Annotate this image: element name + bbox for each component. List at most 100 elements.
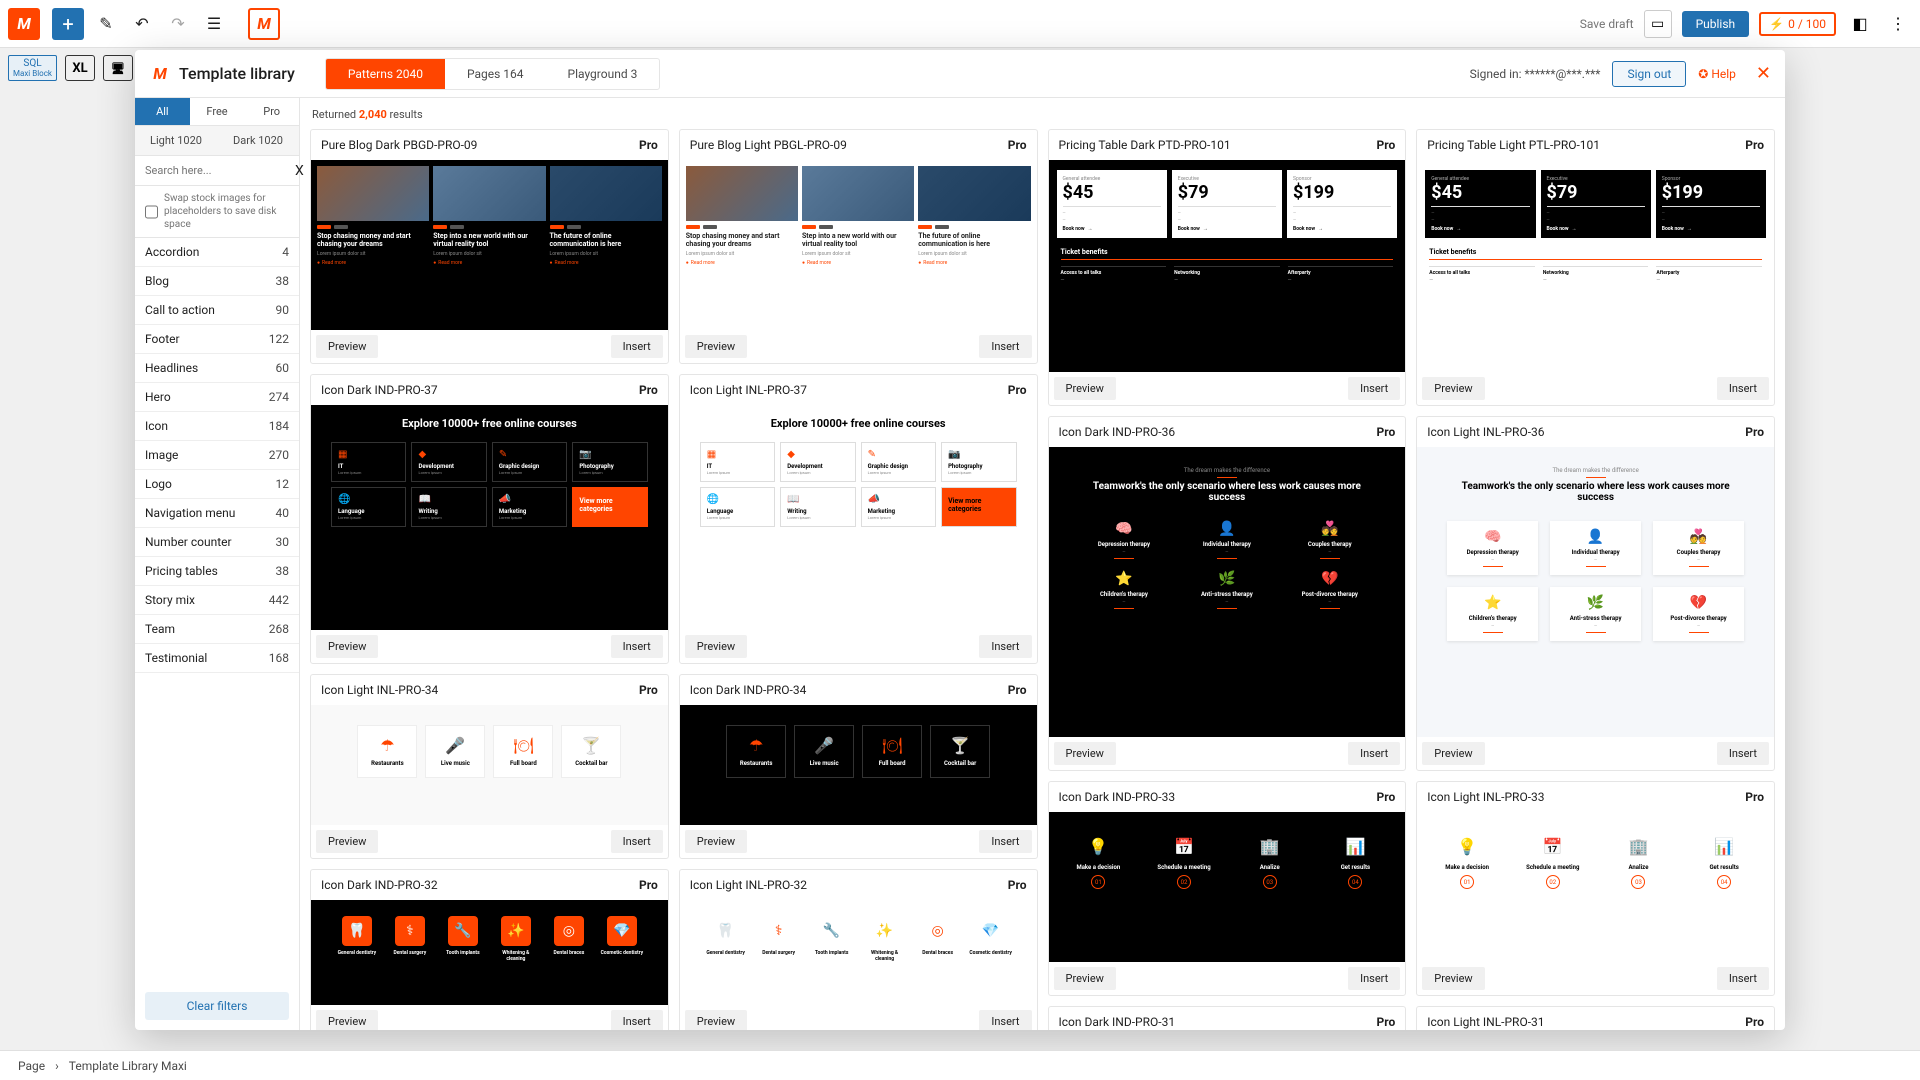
- category-item[interactable]: Pricing tables38: [135, 557, 299, 586]
- block-type-badge[interactable]: SQLMaxi Block: [8, 55, 57, 81]
- tab-playground[interactable]: Playground 3: [546, 59, 660, 89]
- category-item[interactable]: Accordion4: [135, 238, 299, 267]
- results-area[interactable]: Returned 2,040 results Pure Blog Dark PB…: [300, 98, 1785, 1030]
- breadcrumb-item[interactable]: Page: [18, 1059, 45, 1073]
- preview-button[interactable]: Preview: [1422, 742, 1484, 765]
- details-icon[interactable]: ☰: [200, 10, 228, 38]
- preview-button[interactable]: Preview: [1054, 377, 1116, 400]
- insert-button[interactable]: Insert: [979, 1010, 1031, 1030]
- preview-button[interactable]: Preview: [685, 1010, 747, 1030]
- usage-badge[interactable]: ⚡ 0 / 100: [1759, 12, 1836, 36]
- category-item[interactable]: Team268: [135, 615, 299, 644]
- theme-tab-light[interactable]: Light 1020: [135, 126, 217, 155]
- preview-button[interactable]: Preview: [685, 335, 747, 358]
- category-item[interactable]: Navigation menu40: [135, 499, 299, 528]
- card-thumbnail[interactable]: Explore 10000+ free online courses ▦ITLo…: [311, 405, 668, 630]
- swap-images-checkbox[interactable]: [145, 193, 158, 231]
- category-item[interactable]: Testimonial168: [135, 644, 299, 673]
- category-item[interactable]: Icon184: [135, 412, 299, 441]
- insert-button[interactable]: Insert: [979, 635, 1031, 658]
- tab-patterns[interactable]: Patterns 2040: [326, 59, 445, 89]
- insert-button[interactable]: Insert: [979, 830, 1031, 853]
- card-thumbnail[interactable]: Stop chasing money and start chasing you…: [680, 160, 1037, 330]
- insert-button[interactable]: Insert: [1348, 967, 1400, 990]
- insert-button[interactable]: Insert: [1717, 742, 1769, 765]
- publish-button[interactable]: Publish: [1682, 11, 1750, 37]
- edit-icon[interactable]: ✎: [92, 10, 120, 38]
- clear-filters-button[interactable]: Clear filters: [145, 992, 289, 1020]
- tab-pages[interactable]: Pages 164: [445, 59, 546, 89]
- redo-icon[interactable]: ↷: [164, 10, 192, 38]
- preview-button[interactable]: Preview: [1054, 967, 1116, 990]
- card-thumbnail[interactable]: Stop chasing money and start chasing you…: [311, 160, 668, 330]
- insert-button[interactable]: Insert: [611, 335, 663, 358]
- swap-images-option[interactable]: Swap stock images for placeholders to sa…: [135, 186, 299, 238]
- card-title: Icon Dark IND-PRO-34: [690, 683, 807, 697]
- theme-tab-dark[interactable]: Dark 1020: [217, 126, 299, 155]
- card-thumbnail[interactable]: ☂Restaurants 🎤Live music 🍽Full board 🍸Co…: [311, 705, 668, 825]
- insert-button[interactable]: Insert: [611, 635, 663, 658]
- card-thumbnail[interactable]: 🦷General dentistry ⚕Dental surgery 🔧Toot…: [311, 900, 668, 1005]
- category-item[interactable]: Number counter30: [135, 528, 299, 557]
- undo-icon[interactable]: ↶: [128, 10, 156, 38]
- maxi-logo-icon[interactable]: M: [8, 8, 40, 40]
- sign-out-button[interactable]: Sign out: [1612, 61, 1686, 87]
- pro-badge: Pro: [1008, 383, 1027, 397]
- preview-button[interactable]: Preview: [1422, 967, 1484, 990]
- insert-button[interactable]: Insert: [611, 1010, 663, 1030]
- breakpoint-desktop-button[interactable]: 🖥: [103, 55, 133, 81]
- preview-button[interactable]: Preview: [1054, 742, 1116, 765]
- category-item[interactable]: Footer122: [135, 325, 299, 354]
- search-input[interactable]: [135, 156, 295, 185]
- category-item[interactable]: Call to action90: [135, 296, 299, 325]
- card-thumbnail[interactable]: Explore 10000+ free online courses ▦ITLo…: [680, 405, 1037, 630]
- more-options-icon[interactable]: ⋮: [1884, 10, 1912, 38]
- card-thumbnail[interactable]: 💡Make a decision01 📅Schedule a meeting02…: [1417, 812, 1774, 962]
- insert-button[interactable]: Insert: [611, 830, 663, 853]
- preview-button[interactable]: Preview: [1422, 377, 1484, 400]
- preview-button[interactable]: Preview: [685, 635, 747, 658]
- card-thumbnail[interactable]: The dream makes the differenceTeamwork's…: [1049, 447, 1406, 737]
- add-block-button[interactable]: +: [52, 8, 84, 40]
- settings-panel-toggle[interactable]: ◧: [1846, 10, 1874, 38]
- preview-button[interactable]: Preview: [316, 635, 378, 658]
- card-thumbnail[interactable]: ☂Restaurants 🎤Live music 🍽Full board 🍸Co…: [680, 705, 1037, 825]
- maxi-templates-button[interactable]: M: [248, 8, 280, 40]
- category-item[interactable]: Story mix442: [135, 586, 299, 615]
- pro-badge: Pro: [1008, 138, 1027, 152]
- help-link[interactable]: ✪ Help: [1698, 67, 1736, 81]
- cost-tab-all[interactable]: All: [135, 98, 190, 125]
- card-thumbnail[interactable]: 💡Make a decision01 📅Schedule a meeting02…: [1049, 812, 1406, 962]
- breadcrumb-item[interactable]: Template Library Maxi: [69, 1059, 187, 1073]
- breakpoint-xl-button[interactable]: XL: [65, 55, 95, 81]
- pro-badge: Pro: [639, 878, 658, 892]
- insert-button[interactable]: Insert: [1348, 377, 1400, 400]
- insert-button[interactable]: Insert: [1348, 742, 1400, 765]
- card-thumbnail[interactable]: The dream makes the differenceTeamwork's…: [1417, 447, 1774, 737]
- category-item[interactable]: Hero274: [135, 383, 299, 412]
- pro-badge: Pro: [1745, 790, 1764, 804]
- insert-button[interactable]: Insert: [1717, 967, 1769, 990]
- card-thumbnail[interactable]: General attendee$45——Book now → Executiv…: [1049, 160, 1406, 372]
- category-item[interactable]: Image270: [135, 441, 299, 470]
- category-item[interactable]: Headlines60: [135, 354, 299, 383]
- preview-button[interactable]: Preview: [316, 830, 378, 853]
- preview-button[interactable]: Preview: [316, 335, 378, 358]
- template-card: Pure Blog Light PBGL-PRO-09Pro Stop chas…: [679, 129, 1038, 364]
- card-thumbnail[interactable]: General attendee$45——Book now → Executiv…: [1417, 160, 1774, 372]
- insert-button[interactable]: Insert: [979, 335, 1031, 358]
- close-icon[interactable]: ✕: [1756, 63, 1771, 84]
- category-item[interactable]: Blog38: [135, 267, 299, 296]
- insert-button[interactable]: Insert: [1717, 377, 1769, 400]
- category-item[interactable]: Logo12: [135, 470, 299, 499]
- preview-button[interactable]: Preview: [685, 830, 747, 853]
- preview-device-button[interactable]: ▭: [1644, 10, 1672, 38]
- template-card: Pricing Table Dark PTD-PRO-101Pro Genera…: [1048, 129, 1407, 406]
- card-title: Icon Dark IND-PRO-37: [321, 383, 438, 397]
- save-draft-button[interactable]: Save draft: [1580, 17, 1634, 31]
- cost-tab-free[interactable]: Free: [190, 98, 245, 125]
- template-card: Icon Dark IND-PRO-37Pro Explore 10000+ f…: [310, 374, 669, 664]
- cost-tab-pro[interactable]: Pro: [244, 98, 299, 125]
- card-thumbnail[interactable]: 🦷General dentistry ⚕Dental surgery 🔧Toot…: [680, 900, 1037, 1005]
- preview-button[interactable]: Preview: [316, 1010, 378, 1030]
